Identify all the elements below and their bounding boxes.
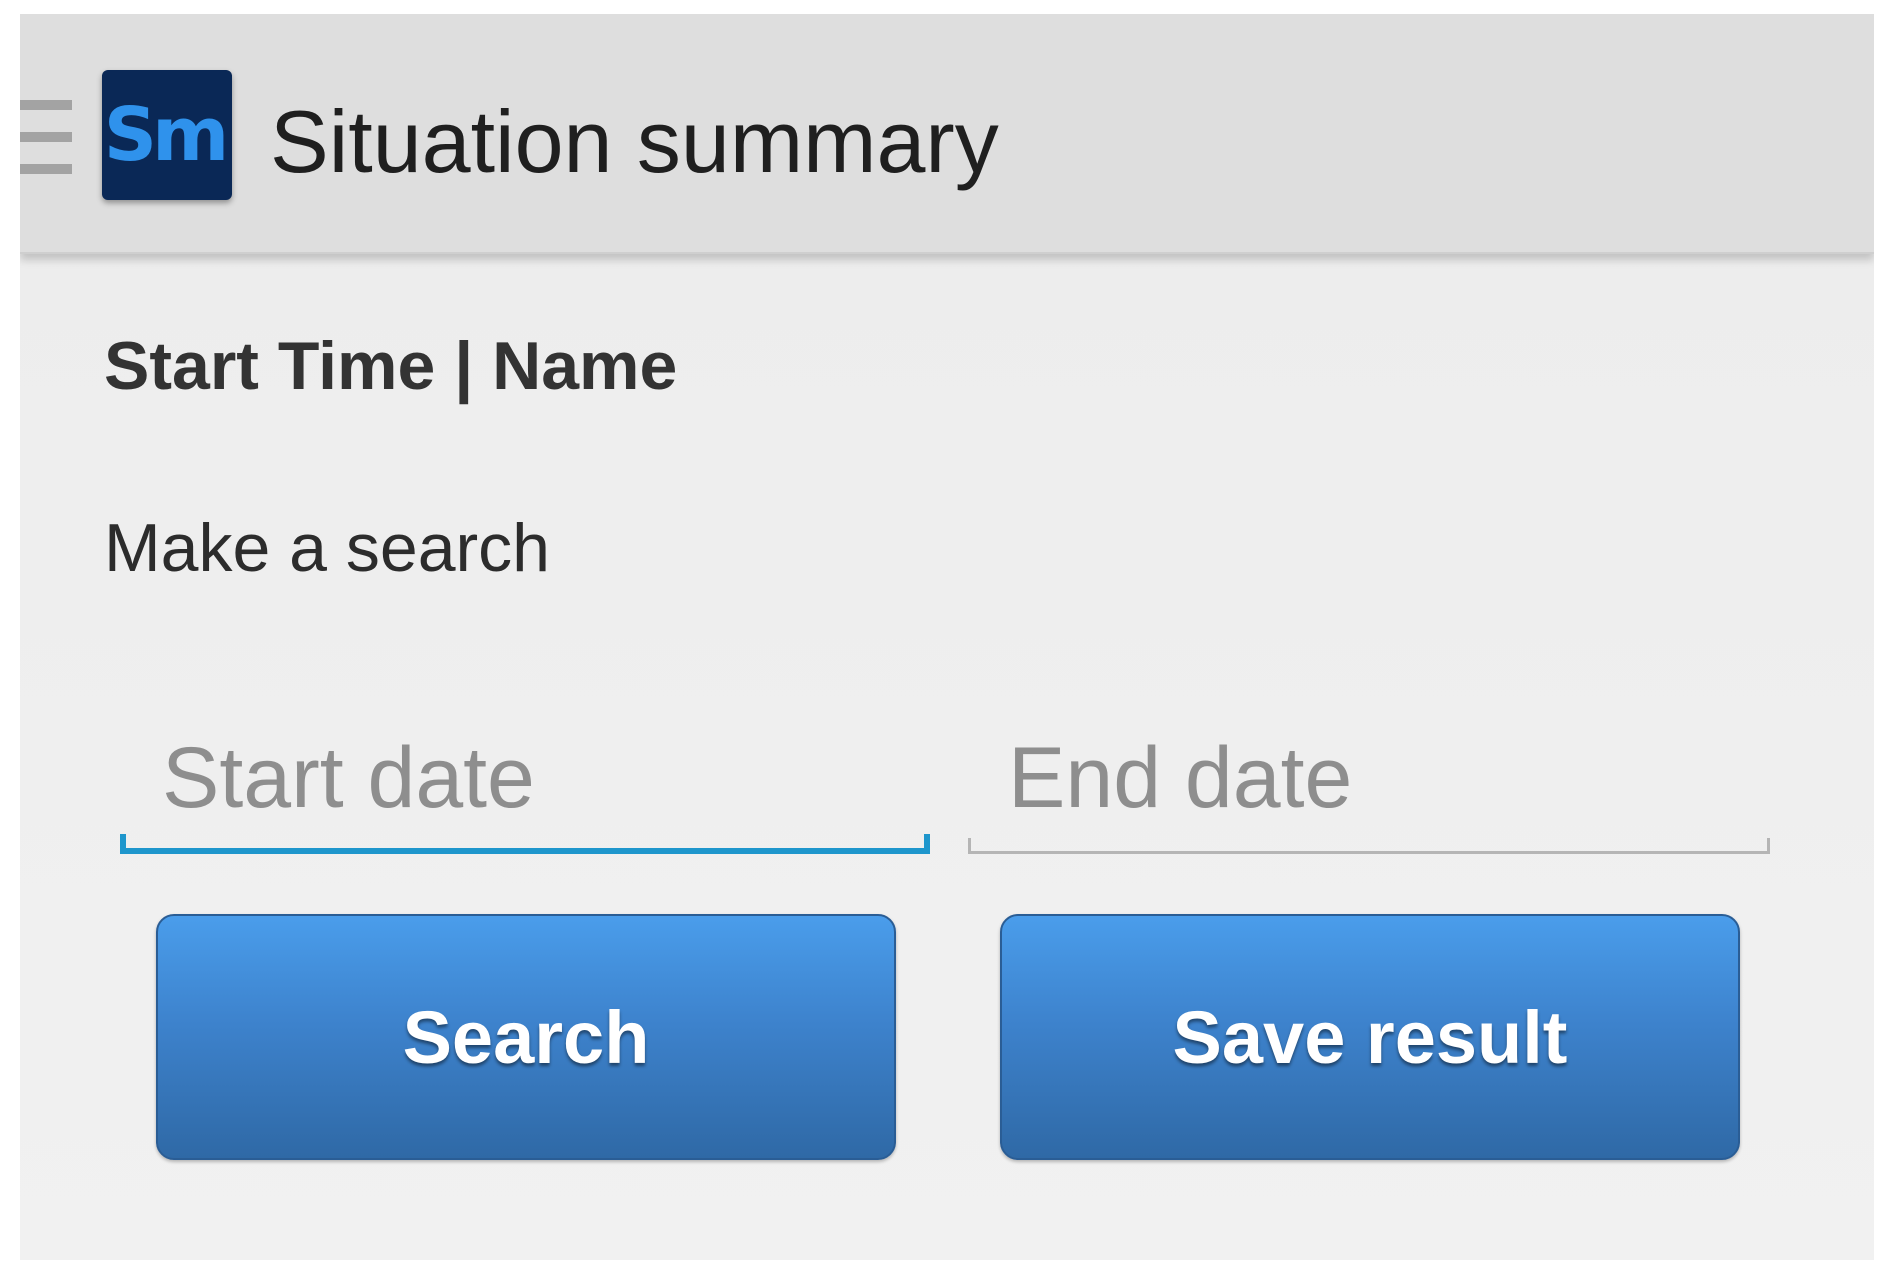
menu-line xyxy=(20,132,72,142)
menu-line xyxy=(20,100,72,110)
app-logo-text: Sm xyxy=(103,92,229,178)
end-date-input[interactable] xyxy=(968,714,1770,842)
save-result-button[interactable]: Save result xyxy=(1000,914,1740,1160)
empty-state-message: Make a search xyxy=(104,510,550,586)
menu-line xyxy=(20,164,72,174)
list-header: Start Time | Name xyxy=(104,328,678,404)
app-logo: Sm xyxy=(102,70,232,200)
start-date-underline xyxy=(120,834,930,854)
hamburger-menu-icon[interactable] xyxy=(20,100,76,176)
app-bar: Sm Situation summary xyxy=(20,14,1874,254)
app-screen: Sm Situation summary Start Time | Name M… xyxy=(20,14,1874,1260)
page-title: Situation summary xyxy=(270,92,999,191)
end-date-underline xyxy=(968,838,1770,854)
start-date-input[interactable] xyxy=(120,714,930,842)
search-button[interactable]: Search xyxy=(156,914,896,1160)
end-date-field[interactable] xyxy=(968,714,1770,854)
start-date-field[interactable] xyxy=(120,714,930,854)
